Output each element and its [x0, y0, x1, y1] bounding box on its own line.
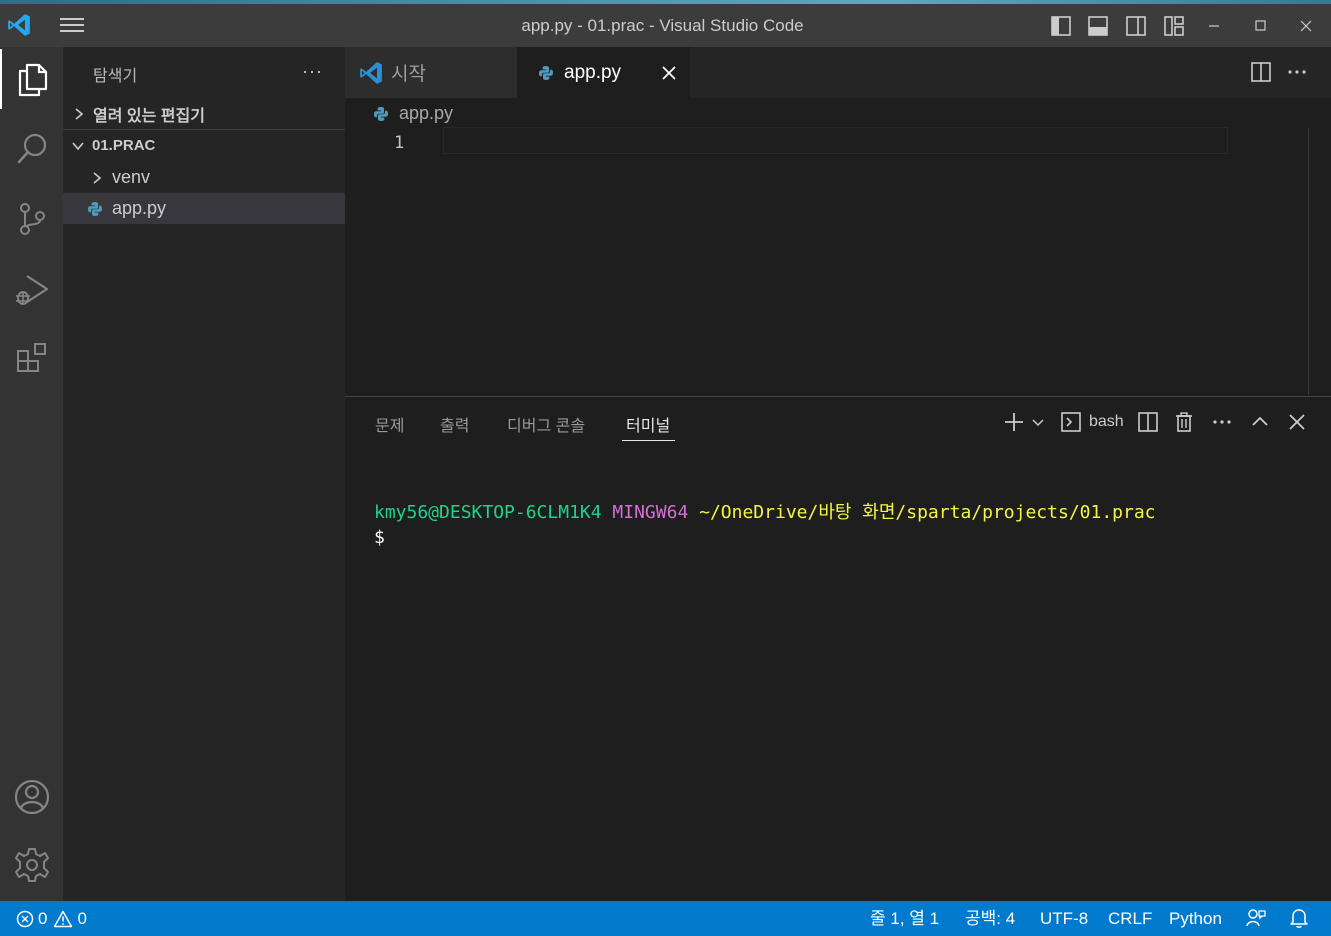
maximize-icon[interactable]: [1248, 14, 1272, 38]
terminal-shell-label[interactable]: bash: [1089, 413, 1124, 431]
files-icon: [18, 63, 47, 97]
more-actions-icon[interactable]: [1211, 411, 1233, 433]
chevron-right-icon: [93, 171, 102, 184]
tab-terminal[interactable]: 터미널: [626, 412, 670, 436]
chevron-down-icon[interactable]: [1031, 417, 1045, 429]
search-activity[interactable]: [0, 119, 63, 179]
tab-output[interactable]: 출력: [440, 412, 469, 436]
terminal-output[interactable]: kmy56@DESKTOP-6CLM1K4 MINGW64 ~/OneDrive…: [374, 500, 1156, 550]
accounts-activity[interactable]: [0, 767, 63, 827]
chevron-down-icon: [72, 141, 84, 150]
tab-label: app.py: [564, 61, 622, 83]
encoding[interactable]: UTF-8: [1040, 901, 1088, 936]
close-window-icon[interactable]: [1294, 14, 1318, 38]
more-actions-icon[interactable]: [1286, 61, 1308, 83]
explorer-more-actions-button[interactable]: ···: [302, 61, 323, 82]
open-editors-section[interactable]: 열려 있는 편집기: [63, 98, 345, 129]
explorer-sidebar: 탐색기 ··· 열려 있는 편집기 01.PRAC venv app.py: [63, 47, 345, 901]
search-icon: [17, 133, 46, 164]
trash-icon[interactable]: [1173, 411, 1195, 433]
new-terminal-icon[interactable]: [1003, 411, 1025, 433]
close-tab-icon[interactable]: [661, 65, 677, 81]
split-editor-icon[interactable]: [1250, 61, 1272, 83]
extensions-activity[interactable]: [0, 329, 63, 389]
breadcrumb-file: app.py: [399, 103, 454, 123]
explorer-title: 탐색기: [93, 68, 138, 85]
tree-item-label: venv: [112, 167, 151, 187]
tab-debug-console[interactable]: 디버그 콘솔: [507, 412, 585, 436]
terminal-path-c: /sparta/projects/01.prac: [895, 502, 1156, 523]
tab-label: 시작: [391, 64, 426, 85]
notifications-bell-icon[interactable]: [1288, 907, 1310, 929]
language-mode[interactable]: Python: [1169, 901, 1222, 936]
status-bar: 0 0 줄 1, 열 1 공백: 4 UTF-8 CRLF Python: [0, 901, 1331, 936]
feedback-icon[interactable]: [1245, 907, 1267, 929]
toggle-primary-sidebar-icon[interactable]: [1050, 15, 1072, 37]
terminal-user-host: kmy56@DESKTOP-6CLM1K4: [374, 502, 602, 523]
tab-problems[interactable]: 문제: [375, 412, 404, 436]
minimize-icon[interactable]: [1202, 14, 1226, 38]
active-tab-indicator: [622, 440, 675, 441]
extensions-icon: [16, 343, 46, 372]
editor-tabs: 시작 app.py: [345, 47, 1331, 98]
tree-item-app-py[interactable]: app.py: [63, 193, 345, 224]
source-control-activity[interactable]: [0, 189, 63, 249]
terminal-prompt: $: [374, 527, 385, 548]
run-debug-icon: [15, 275, 48, 305]
error-count: 0: [38, 909, 48, 928]
error-icon: [16, 910, 34, 927]
close-panel-icon[interactable]: [1286, 411, 1308, 433]
python-file-icon: [88, 201, 102, 216]
code-editor[interactable]: app.py 1: [345, 98, 1331, 395]
chevron-right-icon: [75, 107, 84, 120]
bottom-panel: 문제 출력 디버그 콘솔 터미널 bash kmy56@DESKTOP-6CLM…: [345, 396, 1331, 902]
tab-welcome[interactable]: 시작: [345, 47, 517, 98]
current-line-highlight: [443, 127, 1228, 154]
folder-section-01-prac[interactable]: 01.PRAC: [63, 130, 345, 161]
gear-icon: [14, 848, 49, 882]
tree-item-label: app.py: [112, 198, 167, 218]
explorer-activity[interactable]: [0, 49, 63, 109]
tab-app-py[interactable]: app.py: [517, 47, 690, 98]
source-control-icon: [19, 203, 45, 235]
python-file-icon: [374, 106, 388, 121]
terminal-env: MINGW64: [612, 502, 689, 523]
line-number: 1: [394, 133, 405, 153]
editor-scrollbar[interactable]: [1308, 128, 1309, 395]
run-debug-activity[interactable]: [0, 259, 63, 319]
terminal-path-b: 바탕 화면: [818, 502, 896, 523]
tree-item-venv[interactable]: venv: [63, 162, 345, 193]
problems-status[interactable]: 0 0: [16, 901, 87, 936]
toggle-secondary-sidebar-icon[interactable]: [1125, 15, 1147, 37]
title-bar: app.py - 01.prac - Visual Studio Code: [0, 4, 1331, 47]
maximize-panel-icon[interactable]: [1249, 411, 1271, 433]
warning-icon: [54, 910, 73, 927]
manage-activity[interactable]: [0, 835, 63, 895]
warning-count: 0: [77, 909, 87, 928]
python-file-icon: [539, 65, 553, 80]
split-terminal-icon[interactable]: [1137, 411, 1159, 433]
toggle-panel-icon[interactable]: [1087, 15, 1109, 37]
breadcrumb[interactable]: app.py: [373, 103, 453, 124]
folder-label: 01.PRAC: [92, 137, 156, 154]
activity-bar: [0, 47, 63, 901]
open-editors-label: 열려 있는 편집기: [93, 107, 205, 125]
end-of-line[interactable]: CRLF: [1108, 901, 1152, 936]
account-icon: [14, 779, 49, 815]
vscode-logo-icon: [360, 61, 382, 84]
indentation[interactable]: 공백: 4: [965, 901, 1015, 936]
customize-layout-icon[interactable]: [1163, 15, 1185, 37]
terminal-icon: [1061, 412, 1081, 432]
terminal-path-a: ~/OneDrive/: [699, 502, 819, 523]
cursor-position[interactable]: 줄 1, 열 1: [870, 901, 939, 936]
